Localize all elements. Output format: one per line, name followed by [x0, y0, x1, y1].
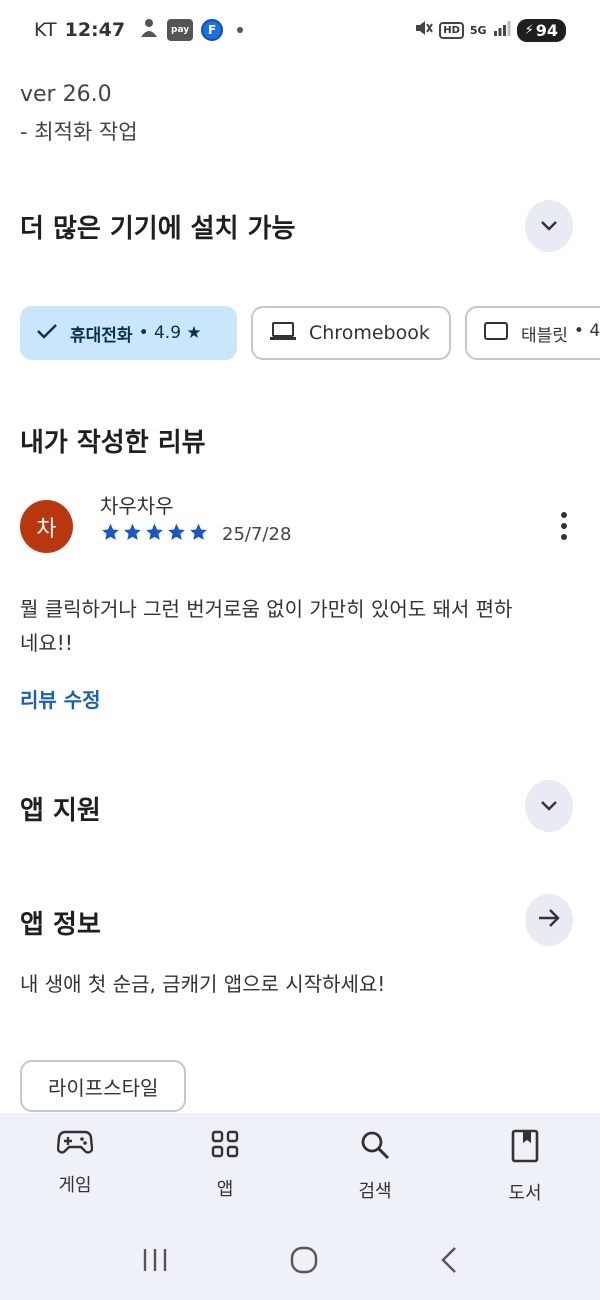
release-note: - 최적화 작업 — [20, 120, 138, 144]
app-info-arrow-button[interactable] — [525, 894, 573, 946]
chip-chromebook-label: Chromebook — [309, 322, 430, 344]
nav-label: 게임 — [58, 1175, 92, 1196]
system-nav-bar — [0, 1223, 600, 1300]
back-button[interactable] — [438, 1245, 460, 1279]
review-text: 뭘 클릭하거나 그런 번거로움 없이 가만히 있어도 돼서 편하네요!! — [20, 597, 513, 655]
chip-phone[interactable]: 휴대전화 • 4.9 ★ — [20, 306, 237, 360]
chip-tablet[interactable]: 태블릿 • 4 — [465, 306, 600, 360]
arrow-right-icon — [537, 908, 561, 932]
nav-item-games[interactable]: 게임 — [0, 1113, 150, 1223]
star-icon — [190, 523, 207, 540]
f-app-icon: F — [201, 19, 224, 41]
star-icon — [168, 523, 185, 540]
recent-apps-button[interactable] — [140, 1247, 170, 1277]
tablet-icon — [483, 321, 509, 346]
app-support-expand-button[interactable] — [525, 780, 573, 832]
star-rating — [100, 522, 209, 542]
network-5g-icon: 5G — [469, 23, 487, 37]
apps-grid-icon — [210, 1129, 240, 1163]
dot-icon — [237, 27, 244, 33]
home-button[interactable] — [289, 1245, 319, 1279]
app-info-description: 내 생애 첫 순금, 금캐기 앱으로 시작하세요! — [20, 972, 386, 996]
chevron-down-icon — [539, 797, 559, 816]
nav-label: 도서 — [508, 1183, 542, 1204]
chevron-down-icon — [539, 217, 559, 236]
nav-item-apps[interactable]: 앱 — [150, 1113, 300, 1223]
chip-chromebook[interactable]: Chromebook — [251, 306, 451, 360]
star-icon — [124, 523, 141, 540]
app-info-title: 앱 정보 — [20, 910, 101, 940]
pay-icon: pay — [167, 19, 194, 41]
carrier-label: KT — [34, 19, 57, 41]
more-dot — [561, 512, 567, 518]
status-right: HD 5G ⚡ 94 — [413, 18, 566, 42]
chip-tablet-rating: • 4 — [573, 320, 600, 341]
battery-level: 94 — [535, 20, 558, 40]
reviewer-name: 차우차우 — [100, 494, 174, 518]
person-icon — [139, 17, 159, 44]
devices-section-title: 더 많은 기기에 설치 가능 — [20, 214, 296, 244]
devices-expand-button[interactable] — [525, 200, 573, 252]
edit-review-link[interactable]: 리뷰 수정 — [20, 684, 101, 713]
app-support-title: 앱 지원 — [20, 796, 101, 826]
version-label: ver 26.0 — [20, 82, 112, 107]
search-icon — [359, 1129, 391, 1165]
star-icon — [146, 523, 163, 540]
battery-icon: ⚡ 94 — [516, 18, 566, 42]
nav-item-search[interactable]: 검색 — [300, 1113, 450, 1223]
star-icon — [102, 523, 119, 540]
chip-phone-rating: • 4.9 ★ — [138, 323, 202, 343]
chip-phone-label: 휴대전화 — [70, 325, 133, 346]
my-review-title: 내가 작성한 리뷰 — [20, 428, 206, 458]
chip-tablet-label: 태블릿 — [521, 325, 568, 346]
category-tag[interactable]: 라이프스타일 — [20, 1060, 187, 1112]
clock: 12:47 — [64, 19, 126, 41]
laptop-icon — [269, 321, 297, 346]
mute-icon — [413, 18, 434, 42]
nav-label: 앱 — [216, 1179, 234, 1200]
nav-item-books[interactable]: 도서 — [450, 1113, 600, 1223]
more-options-button[interactable] — [552, 508, 576, 544]
signal-icon — [493, 20, 511, 40]
status-bar: KT 12:47 pay F HD 5G ⚡ 94 — [0, 0, 600, 60]
check-icon — [36, 322, 58, 345]
more-dot — [561, 523, 567, 529]
gamepad-icon — [56, 1129, 94, 1159]
nav-label: 검색 — [358, 1181, 392, 1202]
book-icon — [511, 1129, 539, 1167]
review-date: 25/7/28 — [222, 524, 292, 545]
avatar: 차 — [20, 500, 73, 553]
status-left: KT 12:47 pay F — [34, 17, 244, 44]
more-dot — [561, 534, 567, 540]
bottom-nav: 게임 앱 검색 도서 — [0, 1113, 600, 1223]
hd-icon: HD — [439, 21, 464, 39]
device-chips: 휴대전화 • 4.9 ★ Chromebook 태블릿 • 4 — [20, 306, 600, 360]
